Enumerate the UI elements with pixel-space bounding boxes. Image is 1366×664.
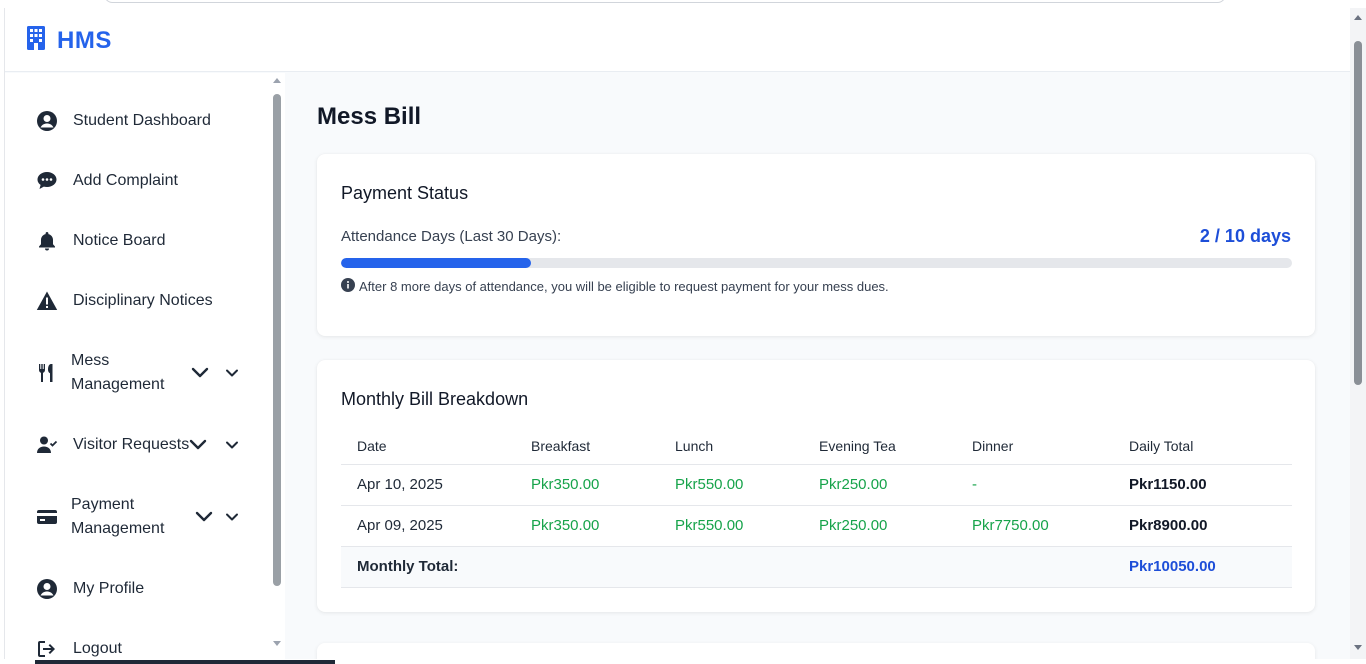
column-header: Daily Total [1113, 428, 1292, 465]
column-header: Evening Tea [803, 428, 956, 465]
user-check-icon [35, 433, 59, 457]
app-title: HMS [57, 26, 112, 54]
building-icon [26, 26, 46, 55]
app-window: HMS Student Dashboard Add Complaint Noti… [4, 8, 1351, 664]
cell-date: Apr 09, 2025 [341, 505, 515, 547]
taskbar [0, 659, 1366, 664]
sidebar-item-label: Mess Management [71, 352, 165, 393]
attendance-label: Attendance Days (Last 30 Days): [341, 228, 562, 245]
page-title: Mess Bill [317, 103, 422, 130]
sidebar-item-label: Add Complaint [73, 172, 178, 189]
sidebar-item-my-profile[interactable]: My Profile [5, 577, 267, 601]
cell-date: Apr 10, 2025 [341, 464, 515, 506]
logout-icon [35, 637, 59, 659]
payment-status-card: Payment Status Attendance Days (Last 30 … [317, 154, 1315, 336]
address-bar[interactable] [104, 0, 1226, 3]
bill-table: Date Breakfast Lunch Evening Tea Dinner … [341, 428, 1292, 588]
cell-lunch: Pkr550.00 [659, 505, 803, 547]
sidebar-item-label: Payment Management [71, 496, 165, 537]
sidebar-item-label: My Profile [73, 580, 145, 597]
column-header: Dinner [956, 428, 1113, 465]
scroll-down-arrow-icon[interactable] [273, 641, 281, 646]
sidebar-item-add-complaint[interactable]: Add Complaint [5, 169, 267, 193]
table-header-row: Date Breakfast Lunch Evening Tea Dinner … [341, 428, 1292, 465]
attendance-progress-bar [341, 258, 1292, 268]
chat-bubble-icon [35, 169, 59, 193]
sidebar-item-label: Visitor Requests [73, 436, 190, 453]
cell-lunch: Pkr550.00 [659, 464, 803, 506]
warning-triangle-icon [35, 289, 59, 313]
top-header: HMS [5, 8, 1351, 72]
scrollbar-thumb[interactable] [1354, 41, 1362, 385]
card-title: Payment Status [341, 183, 469, 203]
column-header: Breakfast [515, 428, 659, 465]
scroll-up-arrow-icon[interactable] [273, 78, 281, 83]
sidebar-item-visitor-requests[interactable]: Visitor Requests [5, 433, 267, 457]
cell-breakfast: Pkr350.00 [515, 505, 659, 547]
chevron-down-icon[interactable] [223, 436, 241, 454]
column-header: Lunch [659, 428, 803, 465]
scroll-down-arrow-icon[interactable] [1354, 645, 1362, 650]
user-circle-icon [35, 109, 59, 133]
cell-dinner: Pkr7750.00 [956, 505, 1113, 547]
sidebar-item-logout[interactable]: Logout [5, 637, 267, 659]
eligibility-note: After 8 more days of attendance, you wil… [341, 278, 889, 295]
info-circle-icon [341, 278, 359, 295]
bell-icon [35, 229, 59, 253]
note-text: After 8 more days of attendance, you wil… [359, 279, 889, 294]
scrollbar-thumb[interactable] [273, 94, 281, 586]
monthly-total-label: Monthly Total: [341, 546, 1113, 588]
chevron-down-icon[interactable] [189, 436, 207, 454]
sidebar-item-student-dashboard[interactable]: Student Dashboard [5, 109, 267, 133]
main-content: Mess Bill Payment Status Attendance Days… [285, 73, 1351, 664]
sidebar-item-label: Student Dashboard [73, 112, 211, 129]
sidebar-scrollbar[interactable] [269, 73, 283, 659]
attendance-value: 2 / 10 days [1199, 226, 1291, 246]
card-title: Monthly Bill Breakdown [341, 389, 529, 409]
cell-daily-total: Pkr1150.00 [1113, 464, 1292, 506]
cell-breakfast: Pkr350.00 [515, 464, 659, 506]
sidebar-item-disciplinary-notices[interactable]: Disciplinary Notices [5, 289, 267, 313]
sidebar-item-label: Logout [73, 640, 122, 657]
sidebar-item-label: Notice Board [73, 232, 166, 249]
page-scrollbar[interactable] [1350, 8, 1366, 659]
cell-daily-total: Pkr8900.00 [1113, 505, 1292, 547]
sidebar-item-notice-board[interactable]: Notice Board [5, 229, 267, 253]
chevron-down-icon[interactable] [223, 508, 241, 526]
sidebar: Student Dashboard Add Complaint Notice B… [5, 73, 285, 659]
browser-top-bar [0, 0, 1366, 8]
chevron-down-icon[interactable] [191, 364, 209, 382]
cell-evening-tea: Pkr250.00 [803, 464, 956, 506]
column-header: Date [341, 428, 515, 465]
monthly-total-row: Monthly Total: Pkr10050.00 [341, 546, 1292, 588]
user-circle-icon [35, 577, 59, 601]
sidebar-item-mess-management[interactable]: Mess Management [5, 349, 267, 397]
monthly-total-value: Pkr10050.00 [1113, 546, 1292, 588]
table-row: Apr 09, 2025 Pkr350.00 Pkr550.00 Pkr250.… [341, 505, 1292, 547]
sidebar-item-payment-management[interactable]: Payment Management [5, 493, 267, 541]
sidebar-item-label: Disciplinary Notices [73, 292, 213, 309]
bill-breakdown-card: Monthly Bill Breakdown Date Breakfast Lu… [317, 360, 1315, 612]
cell-dinner: - [956, 464, 1113, 506]
progress-fill [341, 258, 532, 268]
cell-evening-tea: Pkr250.00 [803, 505, 956, 547]
taskbar-segment [35, 660, 335, 664]
scroll-up-arrow-icon[interactable] [1354, 15, 1362, 20]
credit-card-icon [35, 505, 59, 529]
chevron-down-icon[interactable] [223, 364, 241, 382]
chevron-down-icon[interactable] [195, 508, 213, 526]
utensils-icon [35, 361, 59, 385]
table-row: Apr 10, 2025 Pkr350.00 Pkr550.00 Pkr250.… [341, 464, 1292, 506]
logo[interactable]: HMS [26, 26, 112, 55]
